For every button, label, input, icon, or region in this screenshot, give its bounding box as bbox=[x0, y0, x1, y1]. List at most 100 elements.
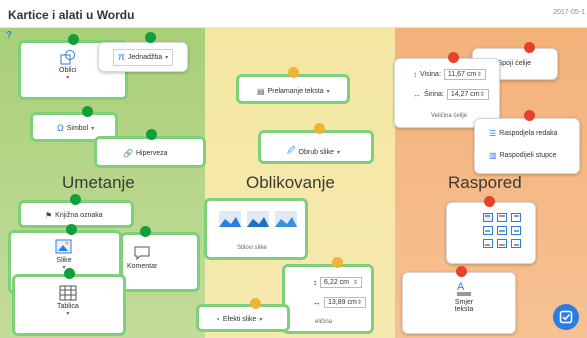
height-icon: ↕ bbox=[313, 278, 317, 287]
distribute-rows-icon: ☰ bbox=[489, 129, 497, 138]
omega-icon: Ω bbox=[57, 123, 64, 133]
chevron-down-icon: ▾ bbox=[336, 149, 340, 156]
pin-green-icon bbox=[145, 32, 156, 43]
pin-red-icon bbox=[448, 52, 459, 63]
width-icon: ↔ bbox=[313, 298, 321, 307]
comment-button[interactable]: Komentar bbox=[127, 245, 157, 270]
wrap-text-label: Prelamanje teksta bbox=[267, 88, 324, 95]
chevron-down-icon: ▾ bbox=[326, 89, 330, 95]
height-icon: ↕ bbox=[413, 70, 417, 79]
card-text-direction[interactable]: A Smjer teksta bbox=[402, 272, 516, 334]
pin-red-icon bbox=[524, 110, 535, 121]
chevron-down-icon: ▾ bbox=[66, 311, 70, 317]
edit-fab-button[interactable] bbox=[553, 304, 579, 330]
table-button[interactable]: Tablica ▾ bbox=[57, 285, 79, 317]
pin-yellow-icon bbox=[332, 257, 343, 268]
card-wrap-text[interactable]: ▤ Prelamanje teksta ▾ bbox=[236, 74, 350, 104]
text-direction-icon: A bbox=[457, 281, 471, 296]
alignment-grid[interactable] bbox=[483, 213, 521, 248]
comment-icon bbox=[134, 246, 150, 261]
table-icon bbox=[59, 285, 77, 301]
cell-height-row: ↕ Visina: 11,67 cm ⇕ bbox=[413, 69, 486, 80]
card-equation[interactable]: π Jednadžba ▾ bbox=[98, 42, 188, 72]
picture-border-icon: 🖉 bbox=[287, 146, 296, 155]
picture-effects-button[interactable]: ◔ Efekti slike ▾ bbox=[211, 313, 267, 326]
align-middle-center-icon[interactable] bbox=[497, 226, 507, 235]
equation-button[interactable]: π Jednadžba ▾ bbox=[113, 49, 174, 66]
width-icon: ↔ bbox=[413, 90, 421, 99]
distribute-rows-button[interactable]: ☰ Raspodjela redaka bbox=[485, 127, 562, 140]
card-alignment[interactable] bbox=[446, 202, 536, 264]
board-canvas: ? Umetanje Oblikovanje Raspored Oblici ▾… bbox=[0, 28, 587, 338]
pin-yellow-icon bbox=[314, 123, 325, 134]
pin-red-icon bbox=[484, 196, 495, 207]
cell-width-row: ↔ Širina: 14,27 cm ⇕ bbox=[413, 89, 489, 100]
equation-label: Jednadžba bbox=[127, 54, 163, 61]
pin-green-icon bbox=[70, 194, 81, 205]
card-picture-size[interactable]: ↕ 6,22 cm ⇕ ↔ 13,89 cm ⇕ eličina bbox=[282, 264, 374, 334]
shapes-icon bbox=[60, 50, 75, 65]
chevron-down-icon: ▾ bbox=[165, 55, 169, 61]
image-icon bbox=[55, 239, 72, 254]
bookmark-button[interactable]: ⚑ Knjižna oznaka bbox=[41, 209, 107, 222]
date-stamp: 2017-05-1 bbox=[553, 9, 585, 16]
text-direction-label: Smjer teksta bbox=[454, 299, 474, 313]
help-icon[interactable]: ? bbox=[6, 30, 18, 42]
picture-style-3-icon[interactable] bbox=[275, 211, 297, 227]
pin-green-icon bbox=[146, 129, 157, 140]
picture-effects-label: Efekti slike bbox=[222, 316, 257, 323]
align-middle-left-icon[interactable] bbox=[483, 226, 493, 235]
chevron-down-icon: ▾ bbox=[259, 317, 263, 323]
pin-red-icon bbox=[456, 266, 467, 277]
cell-width-field[interactable]: 14,27 cm ⇕ bbox=[446, 89, 489, 100]
card-comment[interactable]: Komentar bbox=[120, 232, 200, 292]
align-bottom-left-icon[interactable] bbox=[483, 239, 493, 248]
card-distribute[interactable]: ☰ Raspodjela redaka ▥ Raspodijeli stupce bbox=[474, 118, 580, 174]
picture-styles-gallery[interactable] bbox=[219, 211, 297, 227]
pin-green-icon bbox=[82, 106, 93, 117]
pin-green-icon bbox=[64, 268, 75, 279]
text-direction-button[interactable]: A Smjer teksta bbox=[449, 279, 479, 313]
wrap-text-button[interactable]: ▤ Prelamanje teksta ▾ bbox=[253, 85, 334, 98]
align-top-center-icon[interactable] bbox=[497, 213, 507, 222]
distribute-cols-button[interactable]: ▥ Raspodijeli stupce bbox=[485, 149, 561, 162]
picture-width-field[interactable]: 13,89 cm ⇕ bbox=[324, 297, 366, 308]
align-top-left-icon[interactable] bbox=[483, 213, 493, 222]
picture-style-2-icon[interactable] bbox=[247, 211, 269, 227]
shapes-button[interactable]: Oblici ▾ bbox=[59, 49, 77, 81]
picture-height-field[interactable]: 6,22 cm ⇕ bbox=[320, 277, 362, 288]
cell-width-label: Širina: bbox=[424, 91, 444, 98]
picture-border-button[interactable]: 🖉 Obrub slike ▾ bbox=[283, 143, 344, 161]
align-top-right-icon[interactable] bbox=[511, 213, 521, 222]
pin-red-icon bbox=[524, 42, 535, 53]
picture-style-1-icon[interactable] bbox=[219, 211, 241, 227]
picture-size-label: eličina bbox=[315, 319, 333, 325]
card-table[interactable]: Tablica ▾ bbox=[12, 274, 126, 336]
align-bottom-right-icon[interactable] bbox=[511, 239, 521, 248]
align-middle-right-icon[interactable] bbox=[511, 226, 521, 235]
column-title-design: Oblikovanje bbox=[246, 173, 335, 192]
cell-height-field[interactable]: 11,67 cm ⇕ bbox=[443, 69, 486, 80]
cell-size-label: Veličina ćelije bbox=[431, 113, 468, 119]
chevron-down-icon: ▾ bbox=[66, 75, 70, 81]
images-label: Slike bbox=[56, 257, 72, 264]
table-label: Tablica bbox=[57, 303, 79, 310]
pi-icon: π bbox=[118, 52, 125, 63]
globe-icon: 🔗 bbox=[123, 149, 133, 158]
card-picture-styles[interactable]: Stilovi slike bbox=[204, 198, 308, 260]
images-button[interactable]: Slike ▾ bbox=[55, 239, 73, 271]
flag-icon: ⚑ bbox=[45, 211, 53, 220]
pin-green-icon bbox=[140, 226, 151, 237]
card-picture-effects[interactable]: ◔ Efekti slike ▾ bbox=[196, 304, 290, 332]
pin-green-icon bbox=[68, 34, 79, 45]
card-hyperlink[interactable]: 🔗 Hiperveza bbox=[94, 136, 206, 168]
distribute-rows-label: Raspodjela redaka bbox=[499, 130, 558, 137]
card-picture-border[interactable]: 🖉 Obrub slike ▾ bbox=[258, 130, 374, 164]
merge-cells-label: Spoji ćelije bbox=[497, 60, 532, 67]
chevron-down-icon: ▾ bbox=[91, 125, 95, 132]
hyperlink-button[interactable]: 🔗 Hiperveza bbox=[119, 147, 172, 160]
symbol-button[interactable]: Ω Simbol ▾ bbox=[53, 121, 99, 135]
distribute-cols-label: Raspodijeli stupce bbox=[499, 152, 557, 159]
top-bar: Kartice i alati u Wordu 2017-05-1 bbox=[0, 0, 587, 28]
align-bottom-center-icon[interactable] bbox=[497, 239, 507, 248]
